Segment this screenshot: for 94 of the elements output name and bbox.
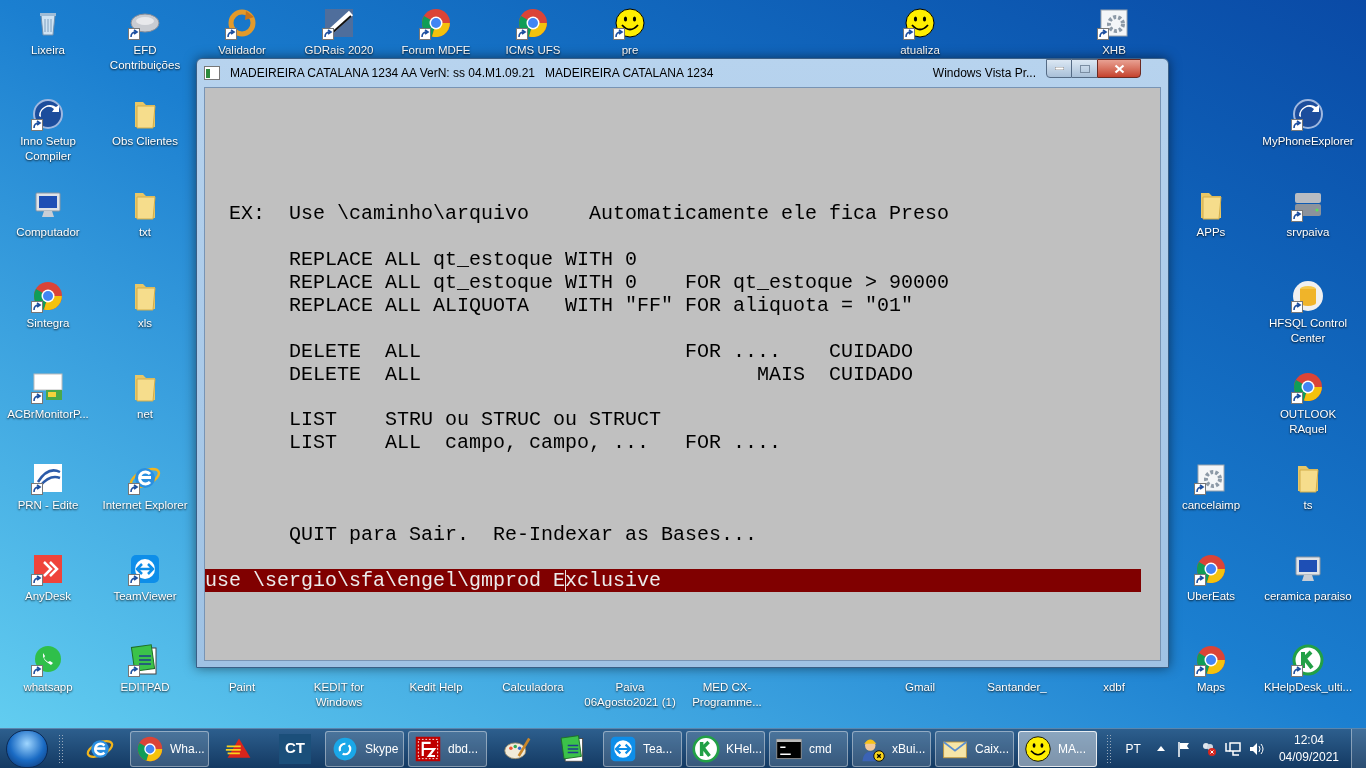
console-line: REPLACE ALL qt_estoque WITH 0 FOR qt_estoque > 90000 — [288, 270, 950, 294]
maximize-icon — [1079, 64, 1090, 73]
desktop-icon-label[interactable]: MyPhoneExplorer — [1260, 134, 1356, 149]
app-icon — [204, 66, 220, 80]
browser-icon — [517, 7, 549, 39]
console-line: LIST ALL campo, campo, ... FOR .... — [288, 431, 782, 455]
desktop-icon-label[interactable]: txt — [136, 225, 154, 240]
desktop-icon-label[interactable]: atualiza — [898, 43, 942, 58]
browser-icon — [1195, 644, 1227, 676]
console-line: QUIT para Sair. Re-Indexar as Bases... — [288, 522, 758, 546]
gear-icon — [1195, 462, 1227, 494]
close-button[interactable] — [1097, 59, 1141, 78]
taskbar-window-button[interactable]: KHel... — [686, 730, 765, 767]
maximize-button[interactable] — [1072, 59, 1097, 78]
taskbar-window-button[interactable]: Caix... — [935, 730, 1014, 767]
desktop-icon-label[interactable]: pre — [619, 43, 641, 58]
logo-icon — [32, 371, 64, 403]
desktop-icon-label[interactable]: TeamViewer — [111, 589, 179, 604]
desktop-icon-label[interactable]: Lixeira — [29, 43, 67, 58]
close-icon — [1113, 63, 1125, 74]
start-button[interactable] — [6, 729, 48, 768]
taskbar-window-button[interactable]: Tea... — [603, 730, 682, 767]
ring-icon — [226, 7, 258, 39]
console-line: REPLACE ALL ALIQUOTA WITH "FF" FOR aliquota = "01" — [288, 293, 914, 317]
taskbar-window-button[interactable]: Wha... — [130, 730, 209, 767]
console-line: DELETE ALL FOR .... CUIDADO — [288, 339, 914, 363]
browser-icon — [1195, 553, 1227, 585]
desktop-icon-label[interactable]: HFSQL Control Center — [1260, 316, 1356, 346]
window-subtitle: Windows Vista Pr... — [932, 65, 1036, 82]
desktop-icon-label[interactable]: Calculadora — [500, 680, 566, 695]
desktop-icon-label[interactable]: Gmail — [903, 680, 937, 695]
desktop-icon-label[interactable]: cancelaimp — [1179, 498, 1243, 513]
desktop-icon-label[interactable]: Sintegra — [24, 316, 72, 331]
desktop-icon-label[interactable]: Obs Clientes — [110, 134, 180, 149]
window-title: MADEIREIRA CATALANA 1234 AA VerN: ss 04.M1.09.21 MADEIREIRA CATALANA 1234 — [230, 65, 714, 82]
desktop-icon-label[interactable]: Inno Setup Compiler — [0, 134, 96, 164]
browser-icon — [136, 734, 164, 763]
desktop-icon-label[interactable]: Kedit Help — [407, 680, 465, 695]
taskbar-window-button[interactable]: dbd... — [408, 730, 487, 767]
desktop-icon-label[interactable]: KHelpDesk_ulti... — [1261, 680, 1355, 695]
taskbar-window-button[interactable]: cmd — [769, 730, 848, 767]
show-hidden-icons-icon[interactable] — [1156, 746, 1165, 751]
console-line: LIST STRU ou STRUC ou STRUCT — [288, 408, 662, 432]
clock-time[interactable]: 12:04 — [1293, 731, 1324, 749]
desktop-icon-label[interactable]: srvpaiva — [1284, 225, 1332, 240]
network-error-icon[interactable] — [1200, 740, 1217, 757]
desktop-icon-label[interactable]: APPs — [1194, 225, 1228, 240]
console-line: DELETE ALL MAIS CUIDADO — [288, 362, 914, 386]
desktop-icon-label[interactable]: MED CX-Programme... — [679, 680, 775, 710]
show-desktop-button[interactable] — [1351, 728, 1366, 768]
desktop-icon-label[interactable]: net — [135, 407, 155, 422]
logo-icon — [32, 462, 64, 494]
desktop-icon-label[interactable]: Computador — [14, 225, 82, 240]
desktop-icon-label[interactable]: XHB — [1100, 43, 1128, 58]
app-logo: CT — [279, 733, 311, 764]
taskbar-window-button[interactable]: Skype — [325, 730, 404, 767]
network-icon[interactable] — [1224, 740, 1241, 757]
taskbar-pinned-button[interactable]: CT — [269, 730, 321, 767]
desktop-icon-label[interactable]: Validador — [216, 43, 268, 58]
taskbar-window-button[interactable]: MA... — [1018, 730, 1097, 767]
browser-icon — [32, 280, 64, 312]
console-line: REPLACE ALL qt_estoque WITH 0 — [288, 247, 638, 271]
browser-icon — [1292, 371, 1324, 403]
desktop-icon-label[interactable]: PRN - Edite — [15, 498, 81, 513]
chevron-icon — [32, 553, 64, 585]
desktop-icon-label[interactable]: xdbf — [1101, 680, 1127, 695]
square-logo-icon — [323, 7, 355, 39]
desktop-icon-label[interactable]: GDRais 2020 — [302, 43, 376, 58]
desktop-icon-label[interactable]: Maps — [1194, 680, 1228, 695]
desktop-icon-label[interactable]: ceramica paraiso — [1262, 589, 1354, 604]
desktop-icon-label[interactable]: KEDIT for Windows — [291, 680, 387, 710]
browser-icon — [420, 7, 452, 39]
desktop-icon-label[interactable]: ACBrMonitorP... — [5, 407, 91, 422]
desktop-icon-label[interactable]: Forum MDFE — [399, 43, 473, 58]
desktop-icon-label[interactable]: Internet Explorer — [100, 498, 190, 513]
minimize-button[interactable] — [1046, 59, 1072, 78]
desktop-icon-label[interactable]: EFD Contribuições — [97, 43, 193, 73]
desktop-icon-label[interactable]: Santander_ — [985, 680, 1049, 695]
gear-icon — [1098, 7, 1130, 39]
taskbar-window-button[interactable]: xBui... — [852, 730, 931, 767]
desktop-icon-label[interactable]: UberEats — [1185, 589, 1237, 604]
square-logo-icon — [414, 734, 442, 763]
desktop-icon-label[interactable]: ts — [1301, 498, 1315, 513]
smiley-icon — [1024, 734, 1052, 763]
desktop-icon-label[interactable]: OUTLOOK RAquel — [1260, 407, 1356, 437]
desktop-icon-label[interactable]: ICMS UFS — [503, 43, 563, 58]
language-indicator[interactable]: PT — [1125, 739, 1141, 758]
circle-logo-icon — [692, 734, 720, 763]
clock-date[interactable]: 04/09/2021 — [1278, 748, 1339, 766]
minimize-icon — [1054, 67, 1064, 70]
desktop-icon-label[interactable]: xls — [135, 316, 155, 331]
console-line: EX: Use \caminho\arquivo Automaticamente ele fica Preso — [228, 202, 950, 225]
desktop-icon-label[interactable]: Paiva 06Agosto2021 (1) — [582, 680, 678, 710]
flag-icon[interactable] — [1176, 740, 1191, 757]
